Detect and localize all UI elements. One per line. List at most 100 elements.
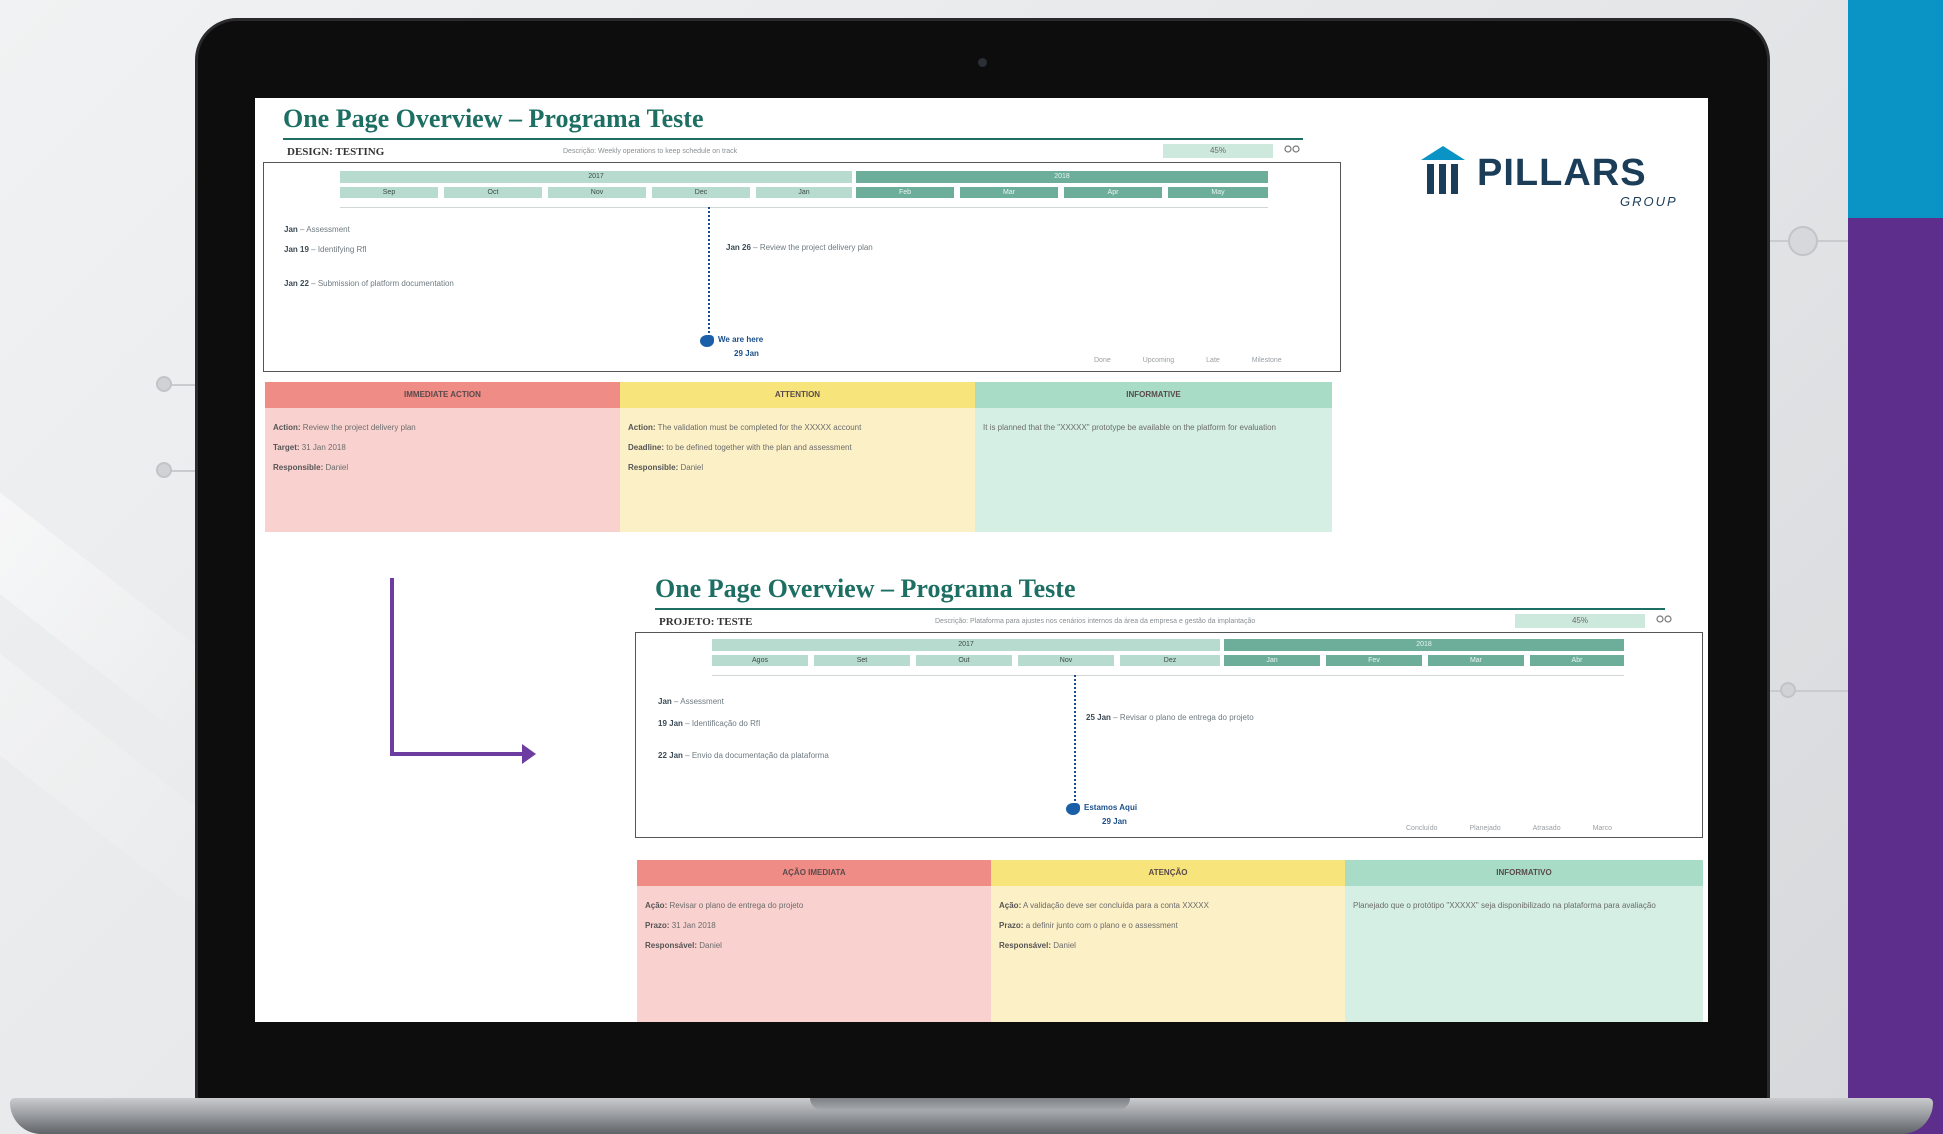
panel-header: ATENÇÃO bbox=[991, 860, 1345, 886]
panel-body: Ação: A validação deve ser concluída par… bbox=[991, 886, 1345, 1022]
timeline-event: Jan 26 – Review the project delivery pla… bbox=[726, 243, 873, 252]
project-description: Descrição: Weekly operations to keep sch… bbox=[563, 148, 738, 155]
overview-title: One Page Overview – Programa Teste bbox=[655, 574, 1076, 603]
progress-value: 45% bbox=[1209, 146, 1226, 155]
today-line bbox=[708, 207, 710, 337]
timeline-axis bbox=[340, 207, 1268, 208]
laptop-notch bbox=[810, 1098, 1130, 1110]
project-description: Descrição: Plataforma para ajustes nos c… bbox=[935, 618, 1256, 625]
legend-item: Planejado bbox=[1469, 825, 1501, 832]
legend-item: Milestone bbox=[1251, 357, 1282, 364]
timeline-event: Jan – Assessment bbox=[284, 225, 350, 234]
timeline-box: 2017 2018 Sep Oct Nov Dec Jan Feb Mar Ap… bbox=[263, 162, 1341, 372]
legend-item: Atrasado bbox=[1532, 825, 1561, 832]
today-label: We are here bbox=[718, 335, 764, 344]
panel-informative: INFORMATIVE It is planned that the "XXXX… bbox=[975, 382, 1332, 532]
panel-informative: INFORMATIVO Planejado que o protótipo "X… bbox=[1345, 860, 1703, 1022]
pillars-icon bbox=[1421, 146, 1465, 194]
panel-body: It is planned that the "XXXXX" prototype… bbox=[975, 408, 1332, 532]
brand-bar-purple bbox=[1848, 218, 1943, 1134]
timeline-axis bbox=[712, 675, 1624, 676]
today-marker-icon bbox=[700, 335, 714, 347]
timeline-event: Jan – Assessment bbox=[658, 697, 724, 706]
timeline-month: Dez bbox=[1120, 655, 1220, 666]
legend-item: Late bbox=[1206, 357, 1220, 364]
today-date: 29 Jan bbox=[734, 349, 759, 358]
background-node bbox=[156, 376, 172, 392]
today-marker-icon bbox=[1066, 803, 1080, 815]
overview-meta: DESIGN: TESTING Descrição: Weekly operat… bbox=[283, 140, 1353, 162]
timeline-month: May bbox=[1168, 187, 1268, 198]
timeline-month: Mar bbox=[1428, 655, 1524, 666]
timeline-month: Nov bbox=[548, 187, 646, 198]
panel-body: Ação: Revisar o plano de entrega do proj… bbox=[637, 886, 991, 1022]
brand-bar-blue bbox=[1848, 0, 1943, 218]
camera-icon bbox=[978, 58, 987, 67]
timeline-box: 2017 2018 Agos Set Out Nov Dez Jan Fev M… bbox=[635, 632, 1703, 838]
background-node bbox=[1788, 226, 1818, 256]
logo-subtitle: GROUP bbox=[1620, 194, 1678, 209]
transition-arrow bbox=[390, 752, 528, 756]
timeline-year: 2018 bbox=[1224, 639, 1624, 651]
timeline-month: Oct bbox=[444, 187, 542, 198]
overview-meta: PROJETO: TESTE Descrição: Plataforma par… bbox=[655, 610, 1705, 632]
timeline-event: Jan 22 – Submission of platform document… bbox=[284, 279, 454, 288]
timeline-month: Fev bbox=[1326, 655, 1422, 666]
panel-immediate-action: IMMEDIATE ACTION Action: Review the proj… bbox=[265, 382, 620, 532]
timeline-legend: Done Upcoming Late Milestone bbox=[1064, 357, 1282, 364]
timeline-month: Feb bbox=[856, 187, 954, 198]
transition-arrow bbox=[390, 578, 394, 756]
timeline-month: Set bbox=[814, 655, 910, 666]
timeline-event: 22 Jan – Envio da documentação da plataf… bbox=[658, 751, 829, 760]
overview-bottom: One Page Overview – Programa Teste PROJE… bbox=[655, 574, 1705, 632]
panel-header: AÇÃO IMEDIATA bbox=[637, 860, 991, 886]
panel-attention: ATENÇÃO Ação: A validação deve ser concl… bbox=[991, 860, 1345, 1022]
timeline-event: 19 Jan – Identificação do RfI bbox=[658, 719, 761, 728]
panel-header: INFORMATIVE bbox=[975, 382, 1332, 408]
timeline-event: Jan 19 – Identifying RfI bbox=[284, 245, 367, 254]
arrow-head-icon bbox=[522, 744, 536, 764]
timeline-month: Sep bbox=[340, 187, 438, 198]
overview-top: One Page Overview – Programa Teste DESIG… bbox=[283, 104, 1353, 162]
background-circuit-line bbox=[170, 470, 195, 472]
legend-item: Done bbox=[1094, 357, 1111, 364]
timeline-month: Nov bbox=[1018, 655, 1114, 666]
timeline-event: 25 Jan – Revisar o plano de entrega do p… bbox=[1086, 713, 1254, 722]
project-name: PROJETO: TESTE bbox=[659, 616, 753, 628]
timeline-month: Jan bbox=[1224, 655, 1320, 666]
background-node bbox=[1780, 682, 1796, 698]
panel-immediate-action: AÇÃO IMEDIATA Ação: Revisar o plano de e… bbox=[637, 860, 991, 1022]
today-date: 29 Jan bbox=[1102, 817, 1127, 826]
panel-body: Action: The validation must be completed… bbox=[620, 408, 975, 532]
laptop-screen: PILLARS GROUP One Page Overview – Progra… bbox=[255, 98, 1708, 1022]
background-circuit-line bbox=[170, 384, 195, 386]
settings-icon bbox=[1284, 145, 1300, 153]
background-node bbox=[156, 462, 172, 478]
timeline-year: 2018 bbox=[856, 171, 1268, 183]
panel-body: Action: Review the project delivery plan… bbox=[265, 408, 620, 532]
progress-bar: 45% bbox=[1515, 614, 1645, 628]
panel-attention: ATTENTION Action: The validation must be… bbox=[620, 382, 975, 532]
timeline-month: Out bbox=[916, 655, 1012, 666]
timeline-month: Jan bbox=[756, 187, 852, 198]
timeline-legend: Concluído Planejado Atrasado Marco bbox=[1376, 825, 1612, 832]
logo-text: PILLARS bbox=[1477, 152, 1647, 194]
overview-title: One Page Overview – Programa Teste bbox=[283, 104, 704, 133]
timeline-month: Mar bbox=[960, 187, 1058, 198]
panel-header: ATTENTION bbox=[620, 382, 975, 408]
progress-bar: 45% bbox=[1163, 144, 1273, 158]
timeline-month: Apr bbox=[1064, 187, 1162, 198]
timeline-month: Abr bbox=[1530, 655, 1624, 666]
timeline-month: Dec bbox=[652, 187, 750, 198]
pillars-logo: PILLARS GROUP bbox=[1415, 142, 1705, 212]
settings-icon bbox=[1656, 615, 1672, 623]
panel-body: Planejado que o protótipo "XXXXX" seja d… bbox=[1345, 886, 1703, 1022]
panel-header: INFORMATIVO bbox=[1345, 860, 1703, 886]
timeline-year: 2017 bbox=[340, 171, 852, 183]
panel-header: IMMEDIATE ACTION bbox=[265, 382, 620, 408]
legend-item: Concluído bbox=[1406, 825, 1438, 832]
legend-item: Upcoming bbox=[1142, 357, 1175, 364]
timeline-month: Agos bbox=[712, 655, 808, 666]
progress-value: 45% bbox=[1571, 616, 1588, 625]
today-label: Estamos Aqui bbox=[1084, 803, 1138, 812]
